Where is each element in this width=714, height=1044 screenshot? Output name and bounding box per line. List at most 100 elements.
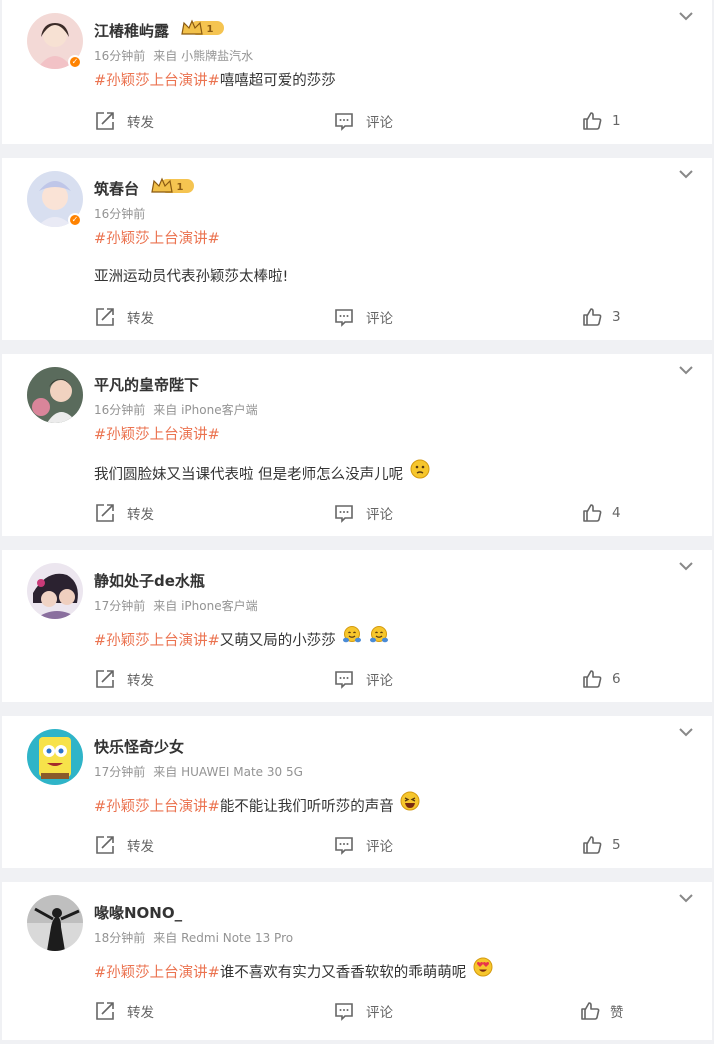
hashtag-link[interactable]: #孙颖莎上台演讲# — [94, 73, 220, 89]
comment-hashtag-line: #孙颖莎上台演讲# — [94, 227, 220, 251]
forward-button[interactable]: 转发 — [95, 669, 154, 689]
action-bar: 转发 评论 1 — [2, 111, 712, 137]
crown-level: 1 — [177, 182, 184, 193]
chevron-down-icon[interactable] — [678, 560, 694, 572]
username[interactable]: 江椿稚屿露 — [94, 22, 169, 40]
like-count: 5 — [612, 837, 621, 853]
action-bar: 转发 评论 5 — [2, 835, 712, 861]
comment-icon — [335, 309, 353, 327]
comment-source: 来自 iPhone客户端 — [153, 403, 258, 417]
chevron-down-icon[interactable] — [678, 10, 694, 22]
hashtag-link[interactable]: #孙颖莎上台演讲# — [94, 633, 220, 649]
comment-body: 又萌又局的小莎莎 — [219, 633, 336, 649]
comment-meta: 17分钟前 来自 HUAWEI Mate 30 5G — [94, 763, 303, 780]
hashtag-link[interactable]: #孙颖莎上台演讲# — [94, 231, 220, 247]
forward-button[interactable]: 转发 — [95, 503, 154, 523]
like-button[interactable]: 1 — [582, 111, 621, 131]
comment-button[interactable]: 评论 — [334, 1001, 393, 1021]
comment-body: 能不能让我们听听莎的声音 — [219, 799, 394, 815]
comment-card: ✓ 江椿稚屿露 1 16分钟前 来自 小熊牌盐汽水 #孙颖莎上台演讲#嘻嘻超可爱的… — [2, 0, 712, 144]
comment-hashtag-line: #孙颖莎上台演讲# — [94, 423, 220, 447]
chevron-down-icon[interactable] — [678, 892, 694, 904]
hashtag-link[interactable]: #孙颖莎上台演讲# — [94, 427, 220, 443]
comment-meta: 17分钟前 来自 iPhone客户端 — [94, 597, 258, 614]
comment-text: #孙颖莎上台演讲#谁不喜欢有实力又香香软软的乖萌萌呢 — [94, 957, 493, 987]
comment-card: 喙喙NONO_ 18分钟前 来自 Redmi Note 13 Pro #孙颖莎上台… — [2, 882, 712, 1040]
heart-eyes-face-emoji-icon — [473, 957, 493, 985]
comment-body: 嘻嘻超可爱的莎莎 — [219, 73, 336, 89]
comment-card: 平凡的皇帝陛下 16分钟前 来自 iPhone客户端 #孙颖莎上台演讲# 我们圆脸… — [2, 354, 712, 536]
hugging-face-emoji-icon — [369, 625, 389, 653]
chevron-down-icon[interactable] — [678, 168, 694, 180]
comment-body: 亚洲运动员代表孙颖莎太棒啦! — [94, 269, 289, 285]
like-count: 3 — [612, 309, 621, 325]
hashtag-link[interactable]: #孙颖莎上台演讲# — [94, 799, 220, 815]
comment-time: 16分钟前 — [94, 403, 146, 417]
action-bar: 转发 评论 赞 — [2, 1001, 712, 1027]
crown-level-badge-icon: 1 — [180, 18, 226, 41]
like-button[interactable]: 3 — [582, 307, 621, 327]
like-button[interactable]: 4 — [582, 503, 621, 523]
comment-meta: 16分钟前 — [94, 205, 145, 222]
comment-icon — [335, 505, 353, 523]
comment-icon — [335, 113, 353, 131]
laughing-face-emoji-icon — [400, 791, 420, 819]
comment-meta: 18分钟前 来自 Redmi Note 13 Pro — [94, 929, 293, 946]
forward-button[interactable]: 转发 — [95, 835, 154, 855]
verified-badge-icon: ✓ — [68, 213, 82, 227]
username[interactable]: 快乐怪奇少女 — [94, 738, 184, 756]
verified-badge-icon: ✓ — [68, 55, 82, 69]
comment-feed: ✓ 江椿稚屿露 1 16分钟前 来自 小熊牌盐汽水 #孙颖莎上台演讲#嘻嘻超可爱的… — [0, 0, 714, 1040]
comment-card: 静如处子de水瓶 17分钟前 来自 iPhone客户端 #孙颖莎上台演讲#又萌又局… — [2, 550, 712, 702]
like-count: 6 — [612, 671, 621, 687]
action-bar: 转发 评论 4 — [2, 503, 712, 529]
avatar[interactable] — [27, 729, 83, 785]
avatar[interactable] — [27, 563, 83, 619]
username[interactable]: 平凡的皇帝陛下 — [94, 376, 199, 394]
crown-level-badge-icon: 1 — [150, 176, 196, 199]
comment-source: 来自 HUAWEI Mate 30 5G — [153, 765, 303, 779]
comment-body: 谁不喜欢有实力又香香软软的乖萌萌呢 — [219, 965, 467, 981]
like-button[interactable]: 6 — [582, 669, 621, 689]
like-count: 4 — [612, 505, 621, 521]
comment-card: 快乐怪奇少女 17分钟前 来自 HUAWEI Mate 30 5G #孙颖莎上台演… — [2, 716, 712, 868]
comment-icon — [335, 837, 353, 855]
like-button[interactable]: 赞 — [580, 1001, 624, 1021]
comment-button[interactable]: 评论 — [334, 503, 393, 523]
action-bar: 转发 评论 6 — [2, 669, 712, 695]
comment-text: #孙颖莎上台演讲#嘻嘻超可爱的莎莎 — [94, 69, 336, 93]
comment-text: #孙颖莎上台演讲#又萌又局的小莎莎 — [94, 625, 389, 655]
hugging-face-emoji-icon — [342, 625, 362, 653]
forward-button[interactable]: 转发 — [95, 1001, 154, 1021]
forward-button[interactable]: 转发 — [95, 307, 154, 327]
avatar[interactable] — [27, 895, 83, 951]
like-label: 赞 — [610, 1005, 624, 1021]
comment-time: 16分钟前 — [94, 49, 146, 63]
comment-button[interactable]: 评论 — [334, 835, 393, 855]
comment-button[interactable]: 评论 — [334, 669, 393, 689]
like-button[interactable]: 5 — [582, 835, 621, 855]
comment-time: 18分钟前 — [94, 931, 146, 945]
thumbs-up-icon — [583, 112, 602, 130]
forward-button[interactable]: 转发 — [95, 111, 154, 131]
chevron-down-icon[interactable] — [678, 726, 694, 738]
comment-button[interactable]: 评论 — [334, 307, 393, 327]
comment-time: 16分钟前 — [94, 207, 146, 221]
avatar[interactable] — [27, 367, 83, 423]
hashtag-link[interactable]: #孙颖莎上台演讲# — [94, 965, 220, 981]
comment-button[interactable]: 评论 — [334, 111, 393, 131]
forward-icon — [96, 308, 114, 326]
username[interactable]: 静如处子de水瓶 — [94, 572, 205, 590]
forward-icon — [96, 836, 114, 854]
thumbs-up-icon — [581, 1002, 600, 1020]
comment-time: 17分钟前 — [94, 599, 146, 613]
username[interactable]: 筑春台 — [94, 180, 139, 198]
forward-icon — [96, 112, 114, 130]
comment-time: 17分钟前 — [94, 765, 146, 779]
username[interactable]: 喙喙NONO_ — [94, 904, 182, 922]
comment-text: #孙颖莎上台演讲#能不能让我们听听莎的声音 — [94, 791, 420, 821]
forward-icon — [96, 1002, 114, 1020]
thumbs-up-icon — [583, 504, 602, 522]
chevron-down-icon[interactable] — [678, 364, 694, 376]
pouting-face-emoji-icon — [410, 459, 430, 487]
